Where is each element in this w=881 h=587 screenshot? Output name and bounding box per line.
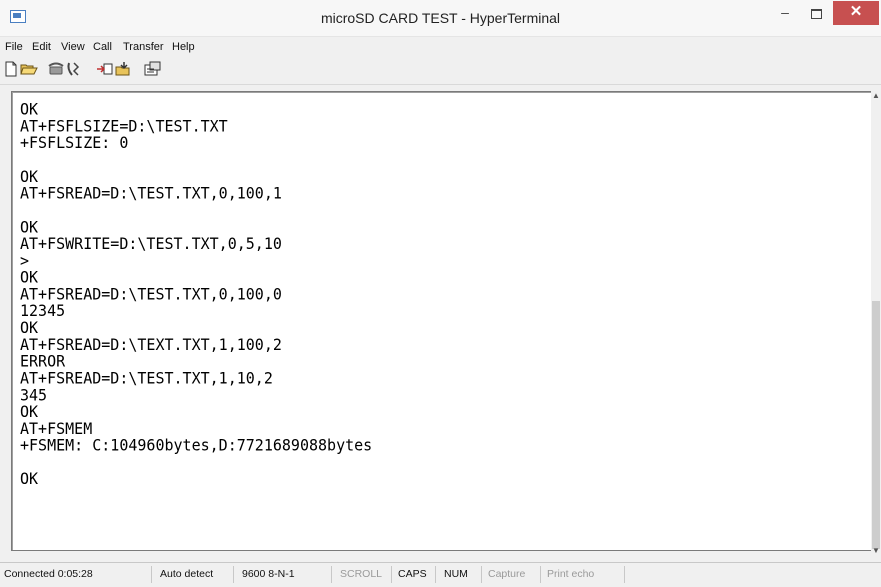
status-capture: Capture [482, 566, 541, 583]
menu-view[interactable]: View [61, 41, 85, 53]
receive-file-icon[interactable] [114, 61, 132, 77]
toolbar-divider [0, 84, 881, 85]
status-print-echo: Print echo [541, 566, 625, 583]
status-num: NUM [436, 566, 482, 583]
toolbar [0, 57, 881, 83]
maximize-button[interactable] [801, 1, 831, 25]
menu-transfer[interactable]: Transfer [123, 41, 164, 53]
connect-phone-icon[interactable] [47, 61, 65, 77]
send-file-icon[interactable] [96, 61, 114, 77]
status-detect: Auto detect [152, 566, 234, 583]
menu-file[interactable]: File [5, 41, 23, 53]
menu-help[interactable]: Help [172, 41, 195, 53]
title-bar: microSD CARD TEST - HyperTerminal – ✕ [0, 0, 881, 37]
menu-call[interactable]: Call [93, 41, 112, 53]
scroll-down-arrow-icon[interactable]: ▼ [871, 546, 881, 558]
new-document-icon[interactable] [2, 61, 20, 77]
window-title: microSD CARD TEST - HyperTerminal [320, 10, 561, 26]
status-caps: CAPS [392, 566, 436, 583]
status-port-settings: 9600 8-N-1 [234, 566, 332, 583]
disconnect-phone-icon[interactable] [64, 61, 82, 77]
menu-edit[interactable]: Edit [32, 41, 51, 53]
status-connected: Connected 0:05:28 [0, 566, 152, 583]
vertical-scrollbar[interactable]: ▲ ▼ [871, 91, 881, 561]
close-button[interactable]: ✕ [833, 1, 879, 25]
menu-bar: File Edit View Call Transfer Help [0, 37, 881, 57]
terminal-output[interactable]: OK AT+FSFLSIZE=D:\TEST.TXT +FSFLSIZE: 0 … [20, 101, 850, 487]
open-folder-icon[interactable] [20, 61, 38, 77]
status-bar: Connected 0:05:28 Auto detect 9600 8-N-1… [0, 562, 881, 587]
status-scroll: SCROLL [332, 566, 392, 583]
scroll-up-arrow-icon[interactable]: ▲ [871, 91, 881, 103]
properties-icon[interactable] [144, 61, 162, 77]
maximize-icon [810, 9, 822, 19]
scroll-thumb[interactable] [872, 301, 880, 549]
minimize-button[interactable]: – [770, 1, 800, 25]
